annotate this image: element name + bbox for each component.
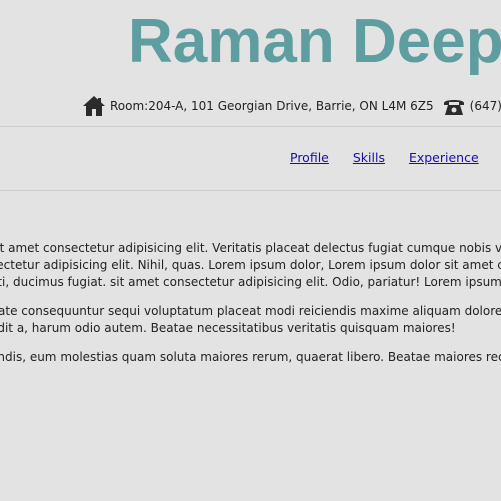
text-line: sit amet consectetur adipisicing elit. V… — [0, 241, 501, 255]
text-line: itate consequuntur sequi voluptatum plac… — [0, 304, 501, 318]
header-divider — [0, 126, 501, 127]
main-nav: Profile Skills Experience E — [290, 150, 501, 165]
text-line: ati, ducimus fugiat. sit amet consectetu… — [0, 275, 501, 289]
phone-text: (647)210 — [469, 99, 501, 113]
house-icon — [82, 94, 106, 118]
paragraph: endis, eum molestias quam soluta maiores… — [0, 349, 501, 366]
telephone-icon — [442, 94, 466, 118]
text-line: sectetur adipisicing elit. Nihil, quas. … — [0, 258, 501, 272]
contact-line: Room:204-A, 101 Georgian Drive, Barrie, … — [82, 93, 501, 119]
nav-link-profile[interactable]: Profile — [290, 150, 329, 165]
text-line: endis, eum molestias quam soluta maiores… — [0, 350, 501, 364]
nav-divider — [0, 190, 501, 191]
address-text: Room:204-A, 101 Georgian Drive, Barrie, … — [110, 99, 434, 113]
profile-content: sit amet consectetur adipisicing elit. V… — [0, 240, 501, 378]
text-line: odit a, harum odio autem. Beatae necessi… — [0, 321, 456, 335]
nav-link-skills[interactable]: Skills — [353, 150, 385, 165]
paragraph: sit amet consectetur adipisicing elit. V… — [0, 240, 501, 291]
page-title: Raman Deep — [128, 7, 501, 76]
nav-link-experience[interactable]: Experience — [409, 150, 479, 165]
paragraph: itate consequuntur sequi voluptatum plac… — [0, 303, 501, 337]
